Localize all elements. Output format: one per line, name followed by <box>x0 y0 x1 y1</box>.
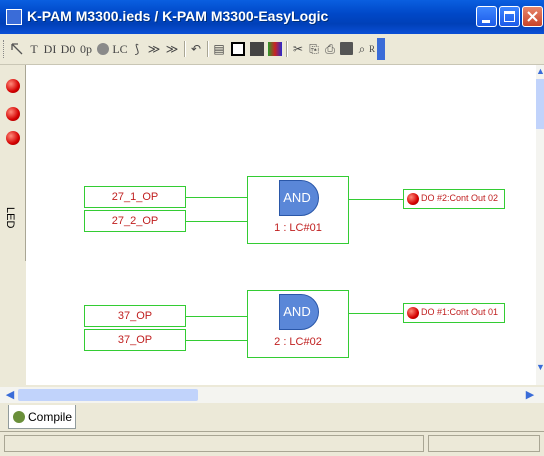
copy-button[interactable]: ⎘ <box>307 41 321 57</box>
close-icon <box>527 11 538 22</box>
forward-all-tool-button[interactable]: ≫ <box>164 41 180 57</box>
toolbar-grip[interactable] <box>3 40 7 58</box>
scroll-left-icon[interactable]: ◀ <box>2 387 18 403</box>
output-led-icon <box>407 307 419 319</box>
cut-button[interactable]: ✂ <box>291 41 305 57</box>
output-label: DO #2:Cont Out 02 <box>421 193 499 203</box>
logic-canvas[interactable]: 27_1_OP 27_2_OP AND 1 : LC#01 DO #2:Cont… <box>26 65 536 385</box>
connection-wire <box>186 221 247 222</box>
gate-type-label: AND <box>283 304 311 319</box>
output-block[interactable]: DO #2:Cont Out 02 <box>403 189 505 209</box>
frame-icon[interactable] <box>231 42 245 56</box>
input-label: 37_OP <box>117 334 153 346</box>
open-button[interactable]: ⌕ <box>356 41 368 57</box>
lc-tool-button[interactable]: LC <box>112 41 128 57</box>
maximize-icon <box>504 11 515 22</box>
vertical-scroll-thumb[interactable] <box>536 79 544 129</box>
connection-wire <box>349 313 403 314</box>
select-tool-icon[interactable] <box>10 42 24 56</box>
fill-black-icon[interactable] <box>250 42 264 56</box>
pulse-tool-button[interactable]: ⟆ <box>130 41 144 57</box>
minimize-button[interactable] <box>476 6 497 27</box>
scroll-up-icon[interactable]: ▲ <box>536 65 544 77</box>
undo-button[interactable]: ↶ <box>189 41 203 57</box>
maximize-button[interactable] <box>499 6 520 27</box>
and-gate-icon: AND <box>279 294 319 330</box>
gate-id-label: 1 : LC#01 <box>274 222 322 234</box>
horizontal-scrollbar[interactable]: ◀ ▶ <box>0 387 544 403</box>
input-label: 27_1_OP <box>111 191 159 203</box>
tab-label: Compile <box>28 410 73 424</box>
tab-compile[interactable]: Compile <box>8 405 76 429</box>
status-bar <box>0 431 544 456</box>
toolbar-separator <box>286 41 288 57</box>
title-bar: K-PAM M3300.ieds / K-PAM M3300-EasyLogic <box>0 0 544 34</box>
gate-type-label: AND <box>283 190 311 205</box>
led-on-icon[interactable] <box>6 79 20 93</box>
app-icon <box>6 9 22 25</box>
forward-tool-button[interactable]: ≫ <box>146 41 162 57</box>
and-gate-icon: AND <box>279 180 319 216</box>
close-button[interactable] <box>522 6 543 27</box>
input-block[interactable]: 27_2_OP <box>84 210 186 232</box>
toolbar-separator <box>207 41 209 57</box>
horizontal-scroll-thumb[interactable] <box>18 389 198 401</box>
connection-wire <box>186 316 247 317</box>
scroll-right-icon[interactable]: ▶ <box>522 387 538 403</box>
status-panel <box>4 435 424 452</box>
input-label: 27_2_OP <box>111 215 159 227</box>
input-label: 37_OP <box>117 310 153 322</box>
compile-icon <box>13 411 25 423</box>
input-block[interactable]: 27_1_OP <box>84 186 186 208</box>
output-led-icon <box>407 193 419 205</box>
connection-wire <box>186 197 247 198</box>
output-block[interactable]: DO #1:Cont Out 01 <box>403 303 505 323</box>
paste-button[interactable]: ⎙ <box>323 41 337 57</box>
op-tool-button[interactable]: 0p <box>78 41 94 57</box>
timer-tool-button[interactable]: T <box>28 41 40 57</box>
toolbar-separator <box>184 41 186 57</box>
scroll-down-icon[interactable]: ▼ <box>536 361 544 373</box>
led-icon[interactable] <box>6 131 20 145</box>
bottom-tab-bar: Compile <box>0 403 544 431</box>
window-title: K-PAM M3300.ieds / K-PAM M3300-EasyLogic <box>27 8 329 24</box>
led-tool-icon[interactable] <box>97 43 109 55</box>
left-tool-panel: LED <box>0 65 26 261</box>
color-bar-icon[interactable] <box>268 42 282 56</box>
logic-gate-block[interactable]: AND 1 : LC#01 <box>247 176 349 244</box>
di-tool-button[interactable]: DI <box>42 41 58 57</box>
toolbar-overflow-button[interactable] <box>377 38 385 60</box>
connection-wire <box>349 199 403 200</box>
output-label: DO #1:Cont Out 01 <box>421 307 499 317</box>
vertical-scrollbar[interactable]: ▲ ▼ <box>536 65 544 385</box>
input-block[interactable]: 37_OP <box>84 329 186 351</box>
minimize-icon <box>482 20 490 23</box>
save-icon[interactable] <box>340 42 353 55</box>
led-panel-label: LED <box>4 207 16 229</box>
led-off-icon[interactable] <box>6 107 20 121</box>
grid-button[interactable]: ▤ <box>211 41 227 57</box>
connection-wire <box>186 340 247 341</box>
r-tool-button[interactable]: R <box>368 41 376 57</box>
logic-gate-block[interactable]: AND 2 : LC#02 <box>247 290 349 358</box>
input-block[interactable]: 37_OP <box>84 305 186 327</box>
status-panel <box>428 435 540 452</box>
do-tool-button[interactable]: D0 <box>60 41 76 57</box>
toolbar: T DI D0 0p LC ⟆ ≫ ≫ ↶ ▤ ✂ ⎘ ⎙ ⌕ R <box>0 34 544 65</box>
gate-id-label: 2 : LC#02 <box>274 336 322 348</box>
